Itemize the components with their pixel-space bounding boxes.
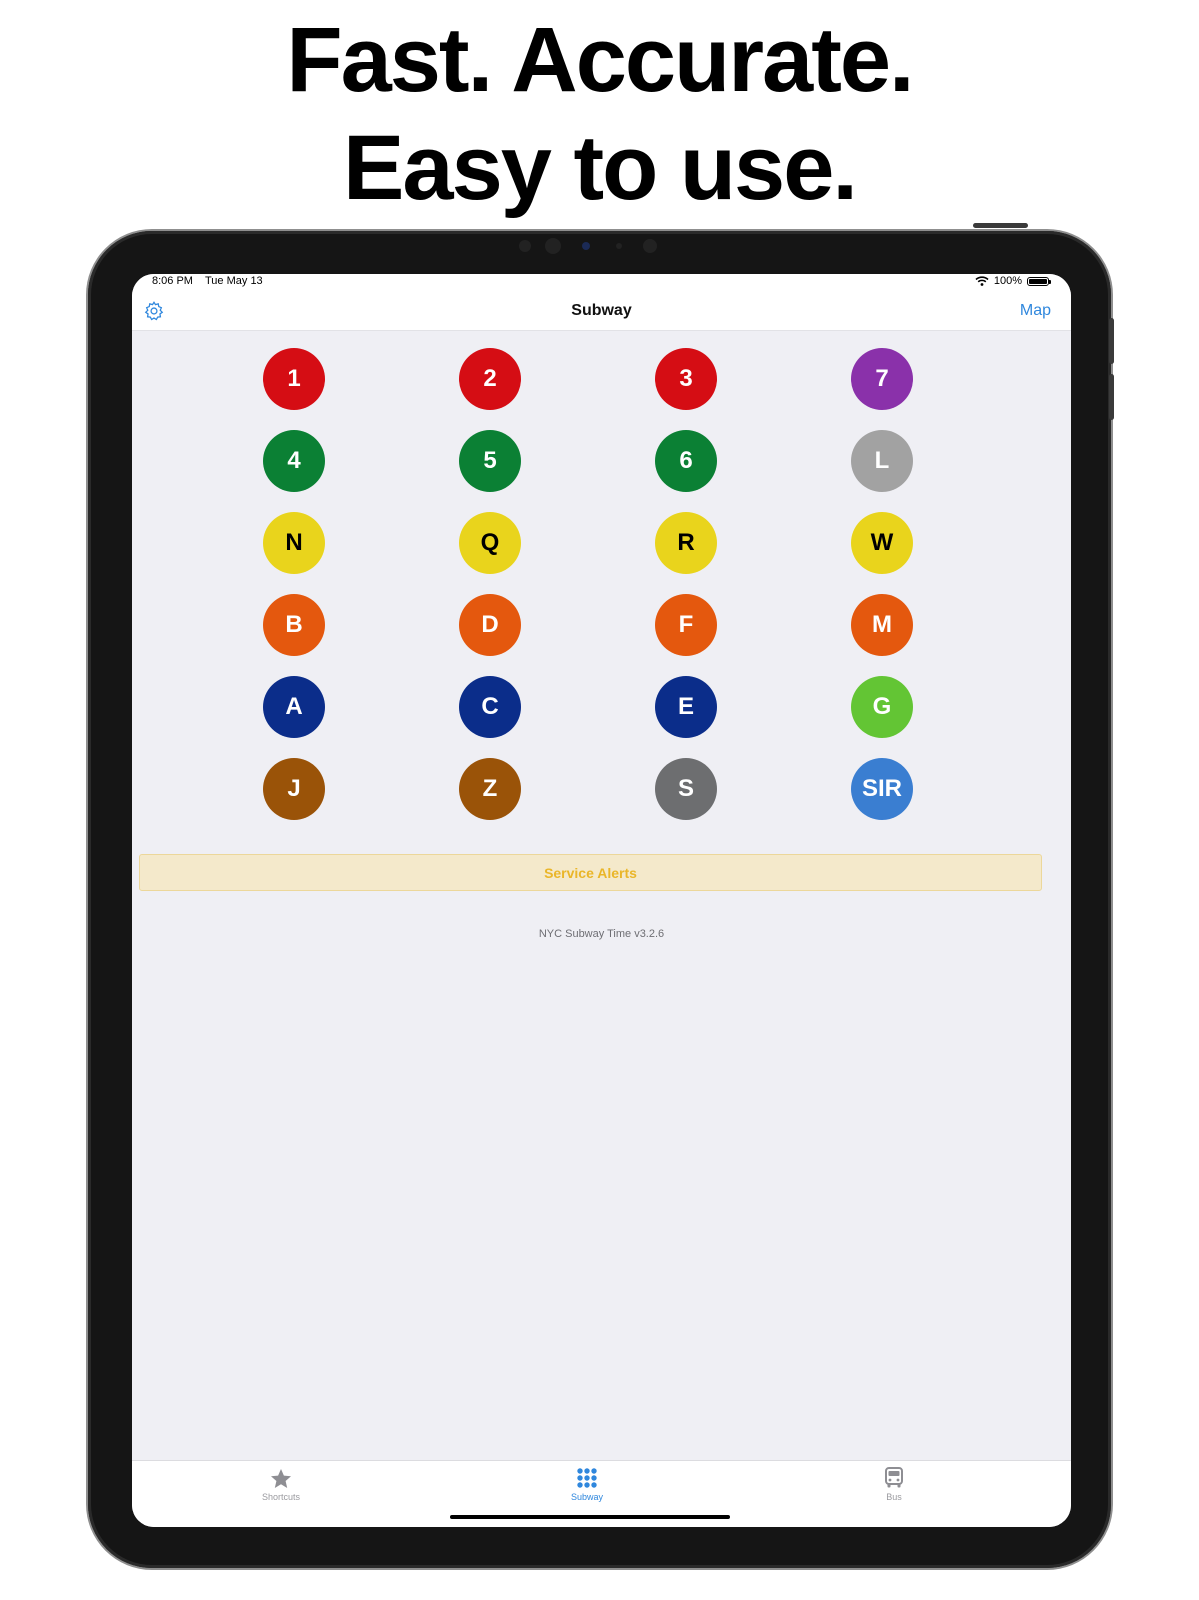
subway-line-d-button[interactable]: D <box>459 594 521 656</box>
subway-line-1-button[interactable]: 1 <box>263 348 325 410</box>
subway-line-m-button[interactable]: M <box>851 594 913 656</box>
camera-sensor <box>616 243 622 249</box>
app-screen: 8:06 PM Tue May 13 100% Subway Map 1 2 3 7 4… <box>132 274 1071 1527</box>
tab-shortcuts[interactable]: Shortcuts <box>211 1461 351 1527</box>
battery-fill <box>1029 278 1047 284</box>
volume-up-button <box>1109 318 1114 364</box>
camera-lens <box>582 242 590 250</box>
camera-sensor <box>643 239 657 253</box>
subway-line-g-button[interactable]: G <box>851 676 913 738</box>
subway-line-q-button[interactable]: Q <box>459 512 521 574</box>
subway-line-r-button[interactable]: R <box>655 512 717 574</box>
status-right: 100% <box>975 275 1051 287</box>
tab-bar: Shortcuts Subway Bus <box>132 1460 1071 1527</box>
subway-line-6-button[interactable]: 6 <box>655 430 717 492</box>
subway-line-7-button[interactable]: 7 <box>851 348 913 410</box>
subway-line-5-button[interactable]: 5 <box>459 430 521 492</box>
status-date: Tue May 13 <box>205 275 263 287</box>
wifi-icon <box>975 276 989 286</box>
headline-line-1: Fast. Accurate. <box>286 9 914 111</box>
subway-line-w-button[interactable]: W <box>851 512 913 574</box>
page-title: Subway <box>571 302 632 319</box>
subway-line-s-button[interactable]: S <box>655 758 717 820</box>
star-icon <box>271 1469 291 1488</box>
tab-label: Bus <box>886 1492 902 1502</box>
subway-line-3-button[interactable]: 3 <box>655 348 717 410</box>
subway-line-c-button[interactable]: C <box>459 676 521 738</box>
grid-dots-icon <box>577 1468 597 1488</box>
camera-sensor <box>519 240 531 252</box>
subway-line-z-button[interactable]: Z <box>459 758 521 820</box>
version-text: NYC Subway Time v3.2.6 <box>538 928 665 940</box>
subway-line-l-button[interactable]: L <box>851 430 913 492</box>
map-button[interactable]: Map <box>1020 302 1051 320</box>
tab-label: Shortcuts <box>261 1492 301 1502</box>
subway-line-a-button[interactable]: A <box>263 676 325 738</box>
subway-line-4-button[interactable]: 4 <box>263 430 325 492</box>
camera-sensor <box>545 238 561 254</box>
tab-bus[interactable]: Bus <box>824 1461 964 1527</box>
tab-label: Subway <box>570 1492 604 1502</box>
status-bar: 8:06 PM Tue May 13 100% <box>132 274 1071 292</box>
subway-line-sir-button[interactable]: SIR <box>851 758 913 820</box>
battery-percent: 100% <box>993 275 1022 287</box>
subway-line-b-button[interactable]: B <box>263 594 325 656</box>
subway-line-2-button[interactable]: 2 <box>459 348 521 410</box>
subway-line-f-button[interactable]: F <box>655 594 717 656</box>
service-alerts-button[interactable]: Service Alerts <box>139 854 1042 891</box>
headline-line-2: Easy to use. <box>343 117 858 219</box>
navigation-bar: Subway Map <box>132 292 1071 331</box>
home-indicator <box>450 1515 730 1519</box>
bus-icon <box>885 1467 903 1488</box>
subway-line-n-button[interactable]: N <box>263 512 325 574</box>
volume-down-button <box>1109 374 1114 420</box>
subway-line-j-button[interactable]: J <box>263 758 325 820</box>
battery-icon <box>1027 276 1051 286</box>
top-button <box>973 223 1028 228</box>
subway-line-grid: 1 2 3 7 4 5 6 L N Q R W B D F M A C E G J Z S SIR <box>132 330 1071 850</box>
subway-line-e-button[interactable]: E <box>655 676 717 738</box>
status-time: 8:06 PM <box>152 275 193 287</box>
